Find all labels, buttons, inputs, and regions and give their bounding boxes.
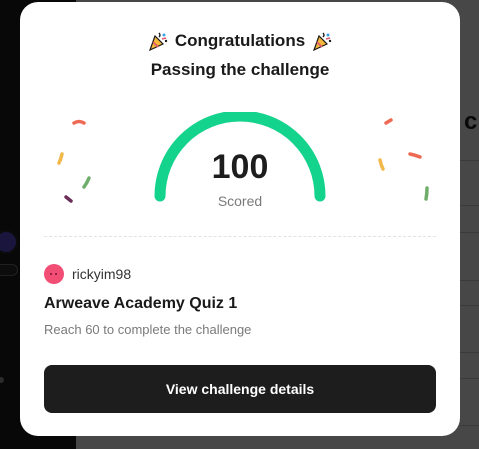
- modal-subtitle: Passing the challenge: [150, 60, 330, 79]
- quiz-requirement: Reach 60 to complete the challenge: [44, 322, 252, 337]
- confetti-piece: [72, 119, 86, 125]
- view-challenge-details-button[interactable]: View challenge details: [44, 365, 436, 413]
- avatar: [44, 264, 64, 284]
- challenge-result-modal: Congratulations Passing the challenge 10…: [20, 2, 460, 436]
- confetti-piece: [384, 118, 393, 125]
- score-value: 100: [211, 148, 269, 186]
- quiz-title: Arweave Academy Quiz 1: [44, 295, 238, 312]
- modal-title-row: Congratulations: [20, 30, 460, 52]
- score-label: Scored: [217, 193, 263, 209]
- modal-title: Congratulations: [174, 31, 306, 50]
- user-row: rickyim98: [44, 264, 131, 284]
- party-popper-icon: [313, 32, 332, 52]
- username: rickyim98: [72, 266, 132, 282]
- party-popper-icon: [148, 32, 168, 52]
- section-divider: [44, 236, 436, 237]
